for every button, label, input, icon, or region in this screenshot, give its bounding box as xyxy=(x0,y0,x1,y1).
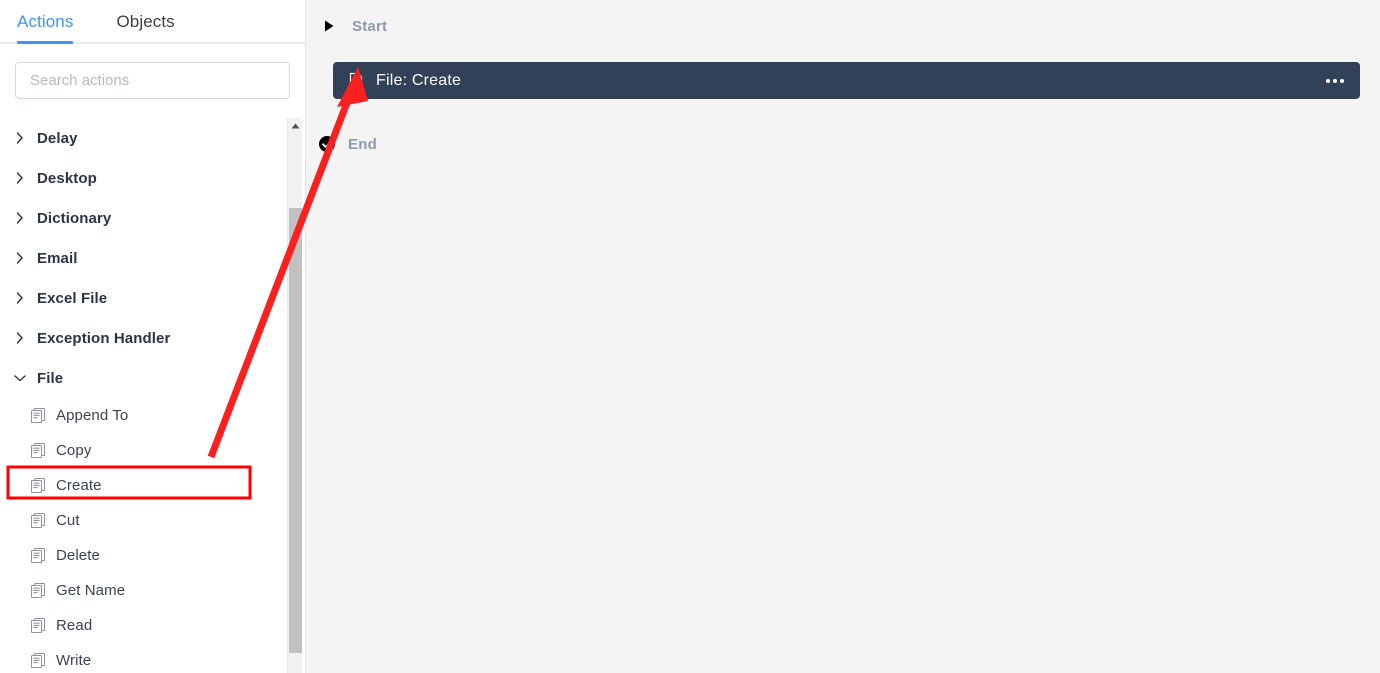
file-document-icon xyxy=(30,477,47,494)
tab-actions[interactable]: Actions xyxy=(17,12,74,44)
file-document-icon xyxy=(30,652,47,669)
file-document-icon xyxy=(30,512,47,529)
chevron-right-icon xyxy=(11,169,29,187)
action-item-label: Create xyxy=(56,477,102,494)
file-document-icon xyxy=(30,547,47,564)
action-item-cut[interactable]: Cut xyxy=(0,503,286,538)
file-document-icon xyxy=(30,442,47,459)
flow-node-end[interactable]: End xyxy=(318,132,377,156)
action-item-label: Read xyxy=(56,617,93,634)
tree-category-desktop[interactable]: Desktop xyxy=(0,158,286,198)
play-triangle-icon xyxy=(322,19,336,33)
flow-node-start-label: Start xyxy=(352,17,388,35)
chevron-right-icon xyxy=(11,329,29,347)
action-item-label: Append To xyxy=(56,407,129,424)
tree-category-label: Exception Handler xyxy=(37,329,171,347)
tree-category-label: Excel File xyxy=(37,289,108,307)
flow-node-file-create[interactable]: File: Create xyxy=(333,62,1360,99)
action-item-label: Copy xyxy=(56,442,92,459)
chevron-right-icon xyxy=(11,289,29,307)
tree-category-label: File xyxy=(37,369,64,387)
sidebar-scrollbar[interactable] xyxy=(287,118,302,673)
actions-sidebar: Actions Objects Delay Desktop xyxy=(0,0,306,673)
action-item-create[interactable]: Create xyxy=(0,468,286,503)
chevron-right-icon xyxy=(11,129,29,147)
flow-node-start[interactable]: Start xyxy=(322,14,387,38)
tree-category-exception-handler[interactable]: Exception Handler xyxy=(0,318,286,358)
action-item-delete[interactable]: Delete xyxy=(0,538,286,573)
flow-canvas: Start File: Create End xyxy=(306,0,1380,673)
chevron-right-icon xyxy=(11,209,29,227)
file-document-icon xyxy=(30,582,47,599)
chevron-down-icon xyxy=(11,369,29,387)
tree-category-dictionary[interactable]: Dictionary xyxy=(0,198,286,238)
sidebar-scrollbar-thumb[interactable] xyxy=(289,208,302,653)
action-item-get-name[interactable]: Get Name xyxy=(0,573,286,608)
file-document-icon xyxy=(30,407,47,424)
search-input[interactable] xyxy=(15,62,290,99)
action-item-label: Get Name xyxy=(56,582,126,599)
tree-category-delay[interactable]: Delay xyxy=(0,118,286,158)
tree-category-label: Email xyxy=(37,249,78,267)
action-item-label: Delete xyxy=(56,547,100,564)
check-circle-icon xyxy=(318,135,336,153)
action-item-copy[interactable]: Copy xyxy=(0,433,286,468)
ellipsis-icon[interactable] xyxy=(1324,75,1346,87)
action-item-read[interactable]: Read xyxy=(0,608,286,643)
tab-objects[interactable]: Objects xyxy=(116,12,174,44)
file-document-icon xyxy=(347,72,365,90)
action-item-write[interactable]: Write xyxy=(0,643,286,673)
automation-builder-window: Actions Objects Delay Desktop xyxy=(0,0,1380,673)
flow-node-end-label: End xyxy=(348,135,377,153)
tab-actions-label: Actions xyxy=(17,12,74,31)
action-item-label: Cut xyxy=(56,512,80,529)
tree-category-excel-file[interactable]: Excel File xyxy=(0,278,286,318)
sidebar-tabbar: Actions Objects xyxy=(0,0,305,44)
chevron-right-icon xyxy=(11,249,29,267)
file-document-icon xyxy=(30,617,47,634)
tab-objects-label: Objects xyxy=(116,12,175,31)
scroll-up-arrow-icon[interactable] xyxy=(288,118,303,134)
tree-category-label: Dictionary xyxy=(37,209,112,227)
tree-category-label: Delay xyxy=(37,129,78,147)
action-item-label: Write xyxy=(56,652,92,669)
actions-tree: Delay Desktop Dictionary Email Excel Fil… xyxy=(0,112,286,673)
flow-node-file-create-label: File: Create xyxy=(376,71,462,89)
tree-category-file[interactable]: File xyxy=(0,358,286,398)
action-item-append-to[interactable]: Append To xyxy=(0,398,286,433)
search-container xyxy=(0,44,305,99)
tree-category-label: Desktop xyxy=(37,169,97,187)
tree-category-email[interactable]: Email xyxy=(0,238,286,278)
